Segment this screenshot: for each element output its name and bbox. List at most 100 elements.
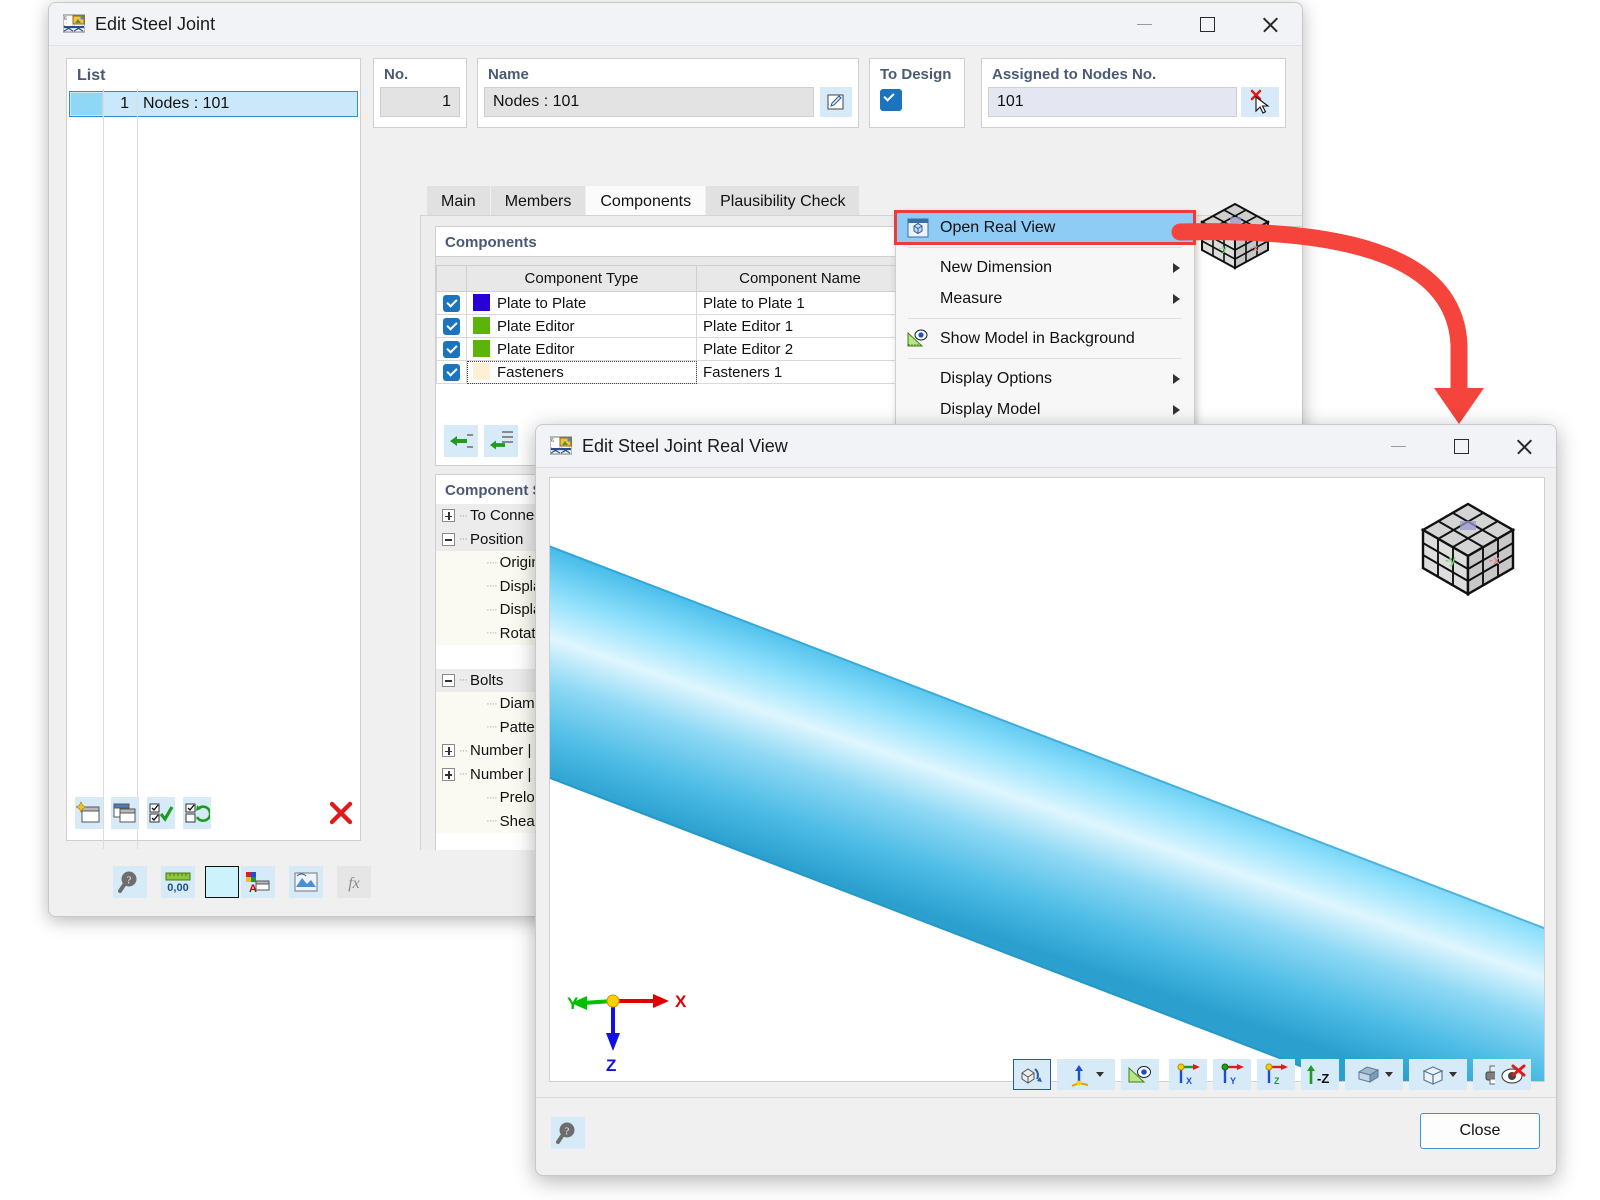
menu-item-measure[interactable]: Measure (896, 283, 1194, 314)
maximize-button[interactable] (1430, 425, 1493, 468)
edit-pencil-icon[interactable] (820, 87, 852, 117)
main-window-controls (1113, 3, 1302, 46)
svg-text:?: ? (565, 1127, 570, 1138)
minimize-button[interactable] (1113, 3, 1176, 46)
table-row[interactable]: Fasteners Fasteners 1 (436, 360, 904, 384)
th-component-type: Component Type (466, 265, 697, 292)
invert-selection-icon[interactable] (183, 797, 211, 829)
view-x-icon[interactable]: X (1169, 1059, 1207, 1090)
color-swatch-icon[interactable] (205, 866, 239, 898)
svg-text:-x: -x (1250, 243, 1258, 253)
tab-components[interactable]: Components (586, 186, 707, 215)
list-item[interactable]: 1 Nodes : 101 (69, 91, 358, 117)
svg-text:Y: Y (1230, 1076, 1236, 1086)
svg-text:X: X (675, 992, 687, 1011)
tab-bar: Main Members Components Plausibility Che… (427, 186, 861, 215)
list-panel-header: List (77, 67, 106, 84)
check-all-icon[interactable] (147, 797, 175, 829)
arrow-left-row-icon[interactable] (444, 425, 478, 457)
menu-item-label: Display Options (940, 369, 1053, 387)
name-input[interactable]: Nodes : 101 (484, 87, 814, 117)
svg-text:6: 6 (551, 438, 554, 444)
wireframe-box-icon[interactable] (1409, 1059, 1467, 1090)
list-item-label: Nodes : 101 (143, 95, 230, 112)
help-magnifier-icon[interactable]: ? (551, 1117, 585, 1149)
close-button[interactable] (1493, 425, 1556, 468)
tab-members[interactable]: Members (490, 186, 587, 215)
menu-item-label: New Dimension (940, 258, 1053, 276)
axis-arrow-icon[interactable] (1057, 1059, 1115, 1090)
to-design-label: To Design (880, 66, 952, 83)
real-view-titlebar: 6 Edit Steel Joint Real View (536, 425, 1556, 468)
table-row[interactable]: Plate Editor Plate Editor 1 (436, 314, 904, 338)
steel-joint-icon: 6 (62, 14, 86, 34)
row-checkbox[interactable] (436, 291, 467, 315)
menu-item-show-model-in-background[interactable]: Show Model in Background (896, 323, 1194, 354)
row-component-name: Plate to Plate 1 (696, 291, 904, 315)
view-y-icon[interactable]: Y (1213, 1059, 1251, 1090)
new-window-icon[interactable] (75, 797, 103, 829)
pick-cursor-icon[interactable] (1241, 87, 1279, 117)
row-component-type: Plate Editor (466, 314, 697, 338)
row-component-type: Plate Editor (466, 337, 697, 361)
close-dialog-button[interactable]: Close (1420, 1113, 1540, 1149)
row-checkbox[interactable] (436, 337, 467, 361)
list-toolbar (75, 796, 355, 830)
svg-text:-Z: -Z (1317, 1071, 1329, 1086)
menu-item-new-dimension[interactable]: New Dimension (896, 252, 1194, 283)
text-style-icon[interactable]: A (241, 866, 275, 898)
svg-text:-y: -y (1445, 553, 1456, 567)
minimize-button[interactable] (1367, 425, 1430, 468)
red-x-icon[interactable] (327, 797, 355, 829)
rotate-cube-icon[interactable] (1013, 1059, 1051, 1090)
tab-main[interactable]: Main (427, 186, 491, 215)
minus-z-icon[interactable]: -Z (1301, 1059, 1339, 1090)
svg-text:6: 6 (64, 16, 67, 22)
red-x-eye-icon[interactable] (1495, 1059, 1531, 1090)
measure-eye-icon[interactable] (1121, 1059, 1159, 1090)
steel-joint-icon: 6 (549, 436, 573, 456)
table-header-row: Component Type Component Name (436, 265, 904, 292)
row-component-type: Fasteners (466, 360, 697, 384)
menu-item-display-model[interactable]: Display Model (896, 394, 1194, 425)
menu-item-open-real-view[interactable]: Open Real View (894, 210, 1196, 245)
close-button[interactable] (1239, 3, 1302, 46)
solid-box-icon[interactable] (1345, 1059, 1403, 1090)
chevron-down-icon[interactable] (1095, 1072, 1104, 1077)
row-checkbox[interactable] (436, 314, 467, 338)
to-design-group: To Design (869, 58, 965, 128)
menu-item-display-options[interactable]: Display Options (896, 363, 1194, 394)
table-row[interactable]: Plate Editor Plate Editor 2 (436, 337, 904, 361)
menu-item-label: Display Model (940, 400, 1041, 418)
row-checkbox[interactable] (436, 360, 467, 384)
main-window-title: Edit Steel Joint (95, 13, 216, 34)
list-item-number: 1 (120, 95, 129, 112)
chevron-down-icon[interactable] (1384, 1072, 1393, 1077)
render-icon[interactable] (289, 866, 323, 898)
real-view-window-title: Edit Steel Joint Real View (582, 435, 788, 456)
table-row[interactable]: Plate to Plate Plate to Plate 1 (436, 291, 904, 315)
menu-separator (908, 247, 1182, 248)
assigned-nodes-input[interactable]: 101 (988, 87, 1237, 117)
real-view-3d-canvas[interactable]: -y -x X Y Z (549, 477, 1545, 1082)
chevron-down-icon[interactable] (1448, 1072, 1457, 1077)
menu-separator (908, 318, 1182, 319)
maximize-button[interactable] (1176, 3, 1239, 46)
submenu-arrow-icon (1173, 405, 1180, 415)
copy-window-icon[interactable] (111, 797, 139, 829)
units-ruler-icon[interactable]: 0,00 (161, 866, 195, 898)
arrow-left-rows-icon[interactable] (484, 425, 518, 457)
no-input[interactable]: 1 (380, 87, 460, 117)
svg-text:?: ? (127, 876, 132, 887)
th-check (436, 265, 467, 292)
menu-item-label: Measure (940, 289, 1003, 307)
help-magnifier-icon[interactable]: ? (113, 866, 147, 898)
submenu-arrow-icon (1173, 294, 1180, 304)
fx-icon[interactable]: fx (337, 866, 371, 898)
to-design-checkbox[interactable] (870, 83, 964, 111)
real-view-window: 6 Edit Steel Joint Real View -y -x X Y Z… (535, 424, 1557, 1176)
tab-plausibility-check[interactable]: Plausibility Check (706, 186, 861, 215)
view-z-icon[interactable]: Z (1257, 1059, 1295, 1090)
nav-cube-small[interactable]: -y -x (1190, 196, 1280, 281)
svg-text:Y: Y (567, 994, 579, 1013)
